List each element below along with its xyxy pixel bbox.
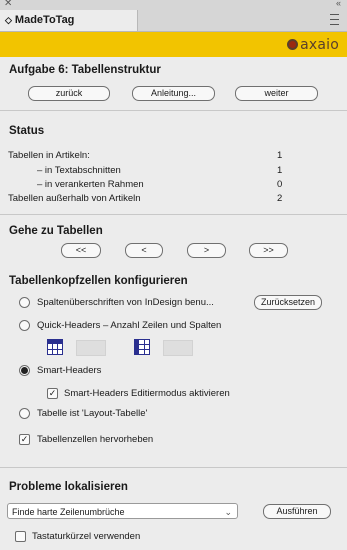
axaio-logo: axaio — [287, 37, 339, 53]
highlight-cells-checkbox[interactable]: ✓ — [19, 434, 30, 445]
tab-madetotag[interactable]: ◇ MadeToTag — [0, 10, 138, 31]
status-label: – in verankerten Rahmen — [37, 179, 144, 190]
smart-headers-radio[interactable] — [19, 365, 30, 376]
next-table-button[interactable]: > — [187, 243, 226, 258]
status-label: Tabellen in Artikeln: — [8, 150, 90, 161]
problem-type-value: Finde harte Zeilenumbrüche — [12, 507, 125, 517]
status-value: 2 — [277, 193, 283, 204]
logo-text: axaio — [300, 37, 339, 53]
brand-bar: axaio — [0, 32, 347, 57]
prev-table-button[interactable]: < — [125, 243, 163, 258]
quick-headers-radio[interactable] — [19, 320, 30, 331]
headers-heading: Tabellenkopfzellen konfigurieren — [9, 275, 188, 287]
quick-headers-label: Quick-Headers – Anzahl Zeilen und Spalte… — [37, 320, 222, 331]
task-title: Aufgabe 6: Tabellenstruktur — [9, 64, 161, 76]
status-label: Tabellen außerhalb von Artikeln — [8, 193, 141, 204]
check-icon: ✓ — [20, 434, 29, 444]
column-headers-label: Spaltenüberschriften von InDesign benu..… — [37, 297, 214, 308]
first-table-button[interactable]: << — [61, 243, 101, 258]
divider — [0, 110, 347, 111]
status-value: 0 — [277, 179, 283, 190]
layout-table-label: Tabelle ist 'Layout-Tabelle' — [37, 408, 148, 419]
panel-tab-row: ◇ MadeToTag — [0, 10, 347, 32]
smart-edit-label: Smart-Headers Editiermodus aktivieren — [64, 388, 230, 399]
tab-arrows-icon: ◇ — [5, 15, 12, 25]
status-heading: Status — [9, 125, 45, 137]
guide-button[interactable]: Anleitung... — [132, 86, 215, 101]
problems-heading: Probleme lokalisieren — [9, 481, 128, 493]
status-value: 1 — [277, 165, 283, 176]
next-button[interactable]: weiter — [235, 86, 318, 101]
chevron-down-icon: ⌄ — [224, 507, 232, 517]
header-rows-table-icon — [47, 339, 63, 355]
smart-headers-label: Smart-Headers — [37, 365, 102, 376]
header-rows-field[interactable] — [76, 340, 106, 356]
divider — [0, 467, 347, 468]
divider — [0, 214, 347, 215]
problem-type-select[interactable]: Finde harte Zeilenumbrüche ⌄ — [7, 503, 238, 519]
layout-table-radio[interactable] — [19, 408, 30, 419]
shortcuts-checkbox[interactable] — [15, 531, 26, 542]
smart-edit-checkbox[interactable]: ✓ — [47, 388, 58, 399]
collapse-icon[interactable]: « — [336, 0, 341, 8]
highlight-cells-label: Tabellenzellen hervorheben — [37, 434, 154, 445]
header-columns-field[interactable] — [163, 340, 193, 356]
last-table-button[interactable]: >> — [249, 243, 288, 258]
run-button[interactable]: Ausführen — [263, 504, 331, 519]
status-label: – in Textabschnitten — [37, 165, 121, 176]
tab-title: MadeToTag — [14, 14, 75, 26]
shortcuts-label: Tastaturkürzel verwenden — [32, 531, 141, 542]
header-columns-table-icon — [134, 339, 150, 355]
panel-topbar: ✕ « — [0, 0, 347, 10]
close-icon[interactable]: ✕ — [4, 0, 12, 9]
column-headers-radio[interactable] — [19, 297, 30, 308]
axaio-logo-mark-icon — [287, 39, 299, 50]
status-value: 1 — [277, 150, 283, 161]
back-button[interactable]: zurück — [28, 86, 110, 101]
reset-button[interactable]: Zurücksetzen — [254, 295, 322, 310]
goto-heading: Gehe zu Tabellen — [9, 225, 103, 237]
panel-menu-icon[interactable] — [330, 14, 339, 25]
check-icon: ✓ — [48, 388, 57, 398]
